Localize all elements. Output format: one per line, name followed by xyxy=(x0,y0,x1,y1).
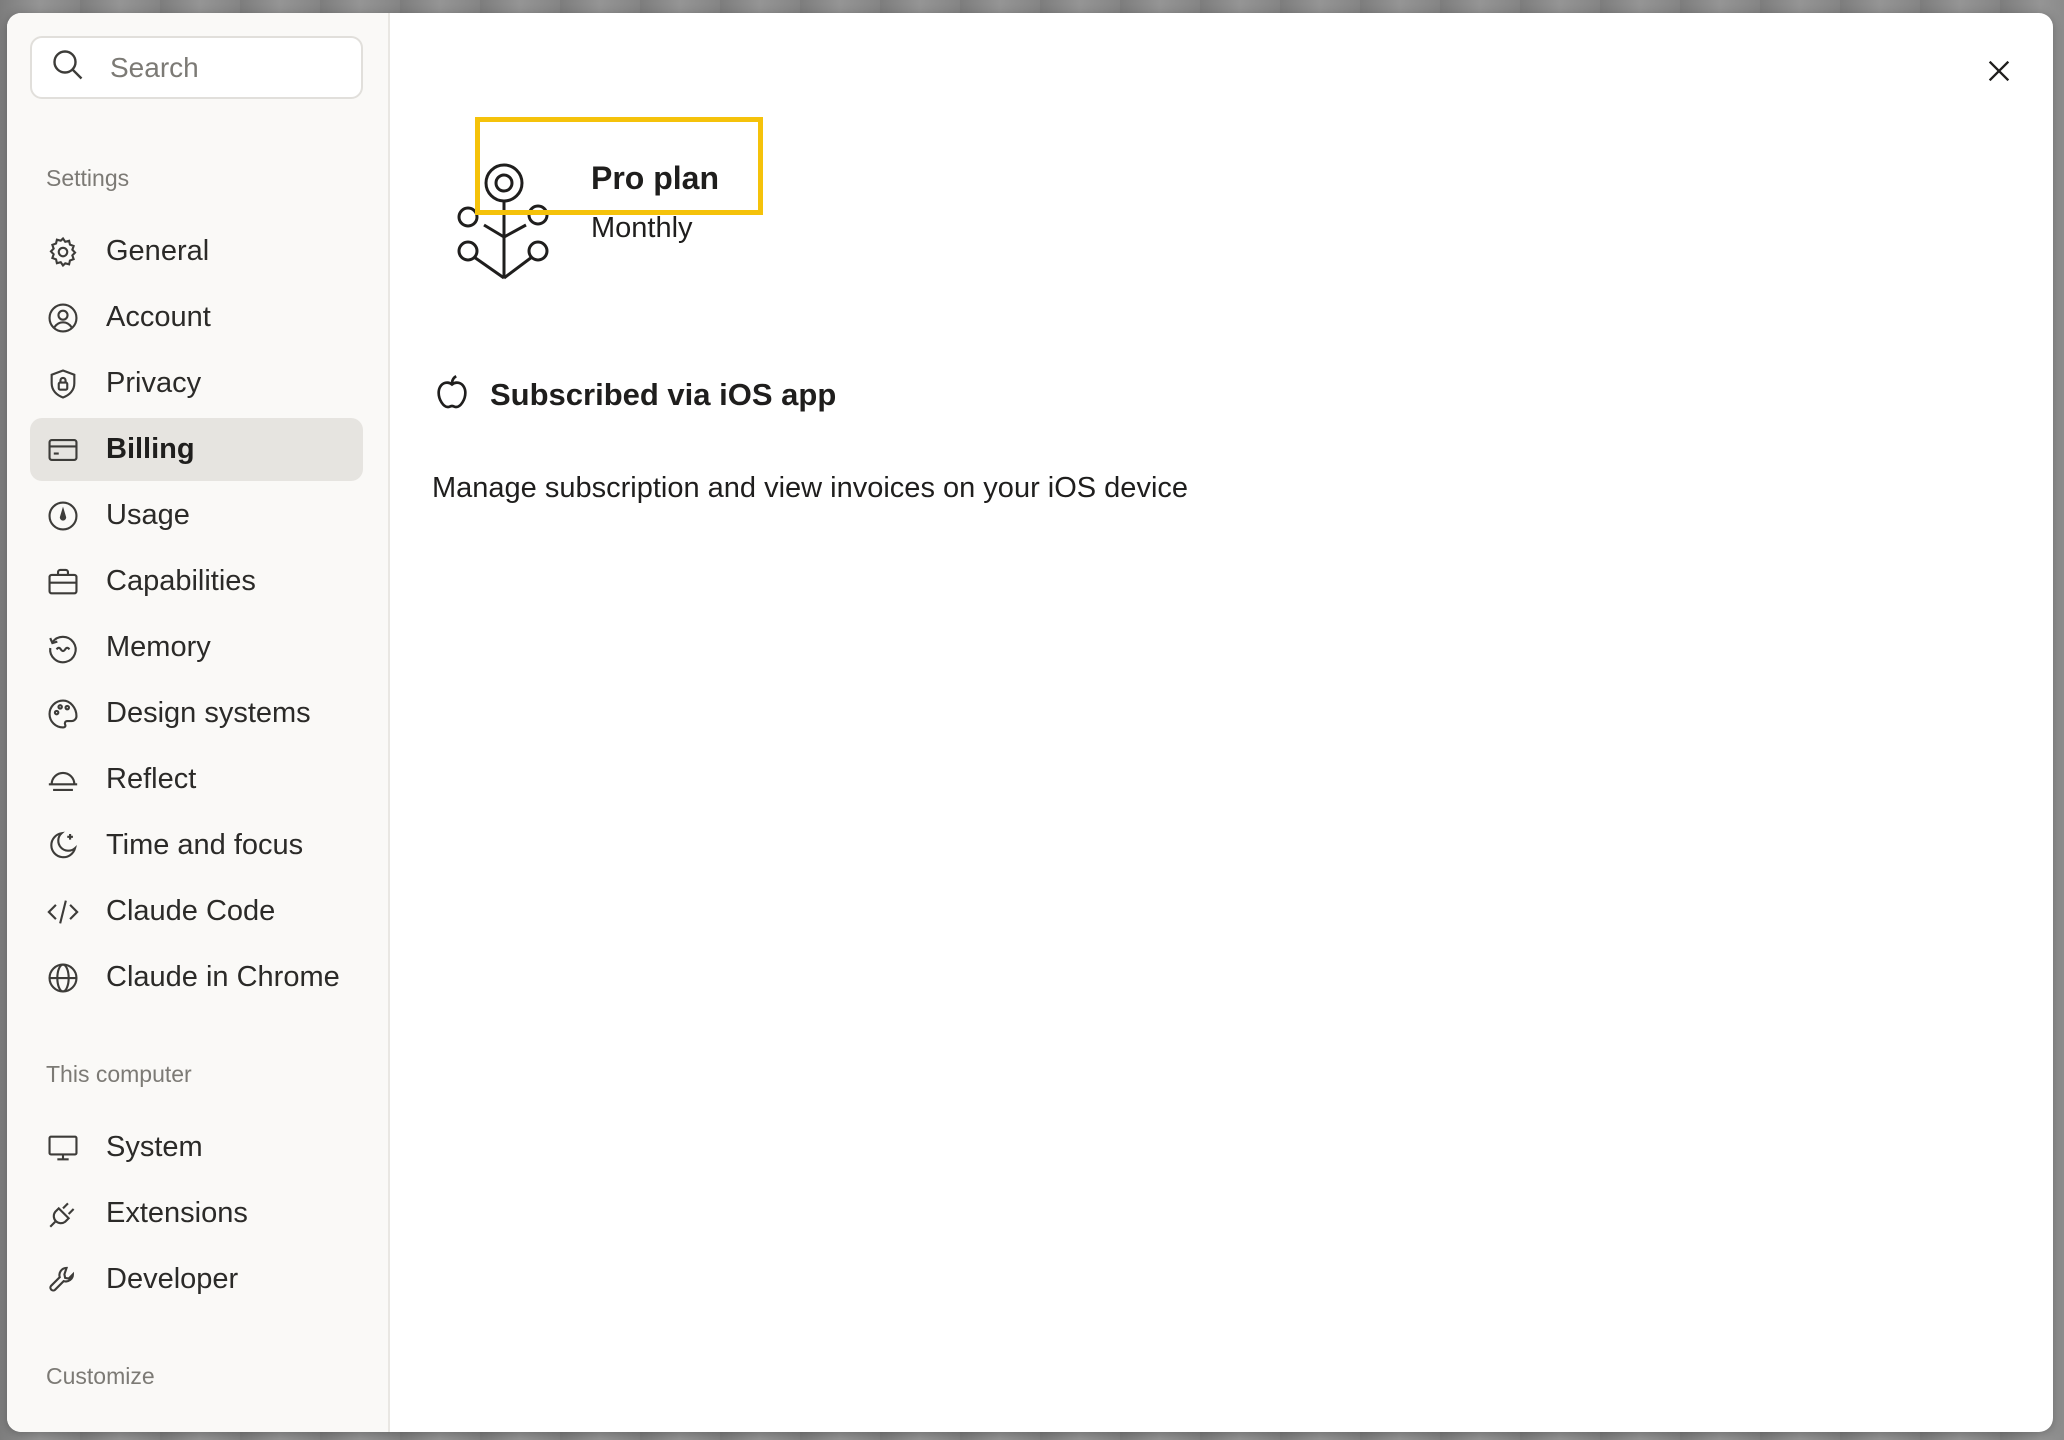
reflect-icon xyxy=(45,762,81,798)
memory-icon xyxy=(45,630,81,666)
credit-card-icon xyxy=(45,432,81,468)
sidebar-item-reflect[interactable]: Reflect xyxy=(30,748,363,811)
gauge-icon xyxy=(45,498,81,534)
settings-sidebar: Settings General Account Privacy Billing… xyxy=(7,13,390,1432)
settings-dialog: Settings General Account Privacy Billing… xyxy=(7,13,2053,1432)
sidebar-item-general[interactable]: General xyxy=(30,220,363,283)
search-icon xyxy=(50,47,86,88)
sidebar-item-label: Usage xyxy=(106,499,190,531)
sidebar-item-time-and-focus[interactable]: Time and focus xyxy=(30,814,363,877)
wrench-icon xyxy=(45,1262,81,1298)
sidebar-item-label: Time and focus xyxy=(106,829,304,861)
section-label-customize: Customize xyxy=(46,1363,155,1389)
sidebar-item-label: General xyxy=(106,235,210,267)
shield-lock-icon xyxy=(45,366,81,402)
sidebar-item-design-systems[interactable]: Design systems xyxy=(30,682,363,745)
sidebar-item-billing[interactable]: Billing xyxy=(30,418,363,481)
search-input[interactable] xyxy=(110,51,340,84)
sidebar-item-memory[interactable]: Memory xyxy=(30,616,363,679)
sidebar-item-label: Reflect xyxy=(106,763,197,795)
sidebar-item-system[interactable]: System xyxy=(30,1116,363,1179)
sidebar-item-claude-in-chrome[interactable]: Claude in Chrome xyxy=(30,946,363,1009)
sidebar-item-extensions[interactable]: Extensions xyxy=(30,1182,363,1245)
sidebar-item-label: Extensions xyxy=(106,1197,248,1229)
sidebar-item-account[interactable]: Account xyxy=(30,286,363,349)
sidebar-item-label: Capabilities xyxy=(106,565,256,597)
close-icon xyxy=(1985,57,2013,90)
palette-icon xyxy=(45,696,81,732)
gear-icon xyxy=(45,234,81,270)
moon-icon xyxy=(45,828,81,864)
section-label-settings: Settings xyxy=(46,165,130,191)
close-button[interactable] xyxy=(1979,53,2019,93)
sidebar-item-capabilities[interactable]: Capabilities xyxy=(30,550,363,613)
sidebar-item-label: Developer xyxy=(106,1263,239,1295)
manage-subscription-text: Manage subscription and view invoices on… xyxy=(432,472,1189,504)
sidebar-item-label: Privacy xyxy=(106,367,202,399)
plug-icon xyxy=(45,1196,81,1232)
subscribed-via-label: Subscribed via iOS app xyxy=(490,376,837,412)
sidebar-item-label: System xyxy=(106,1131,203,1163)
sidebar-item-privacy[interactable]: Privacy xyxy=(30,352,363,415)
sidebar-item-label: Billing xyxy=(106,433,195,465)
highlight-box xyxy=(475,117,763,215)
code-icon xyxy=(45,894,81,930)
sidebar-item-label: Claude in Chrome xyxy=(106,961,340,993)
apple-icon xyxy=(432,372,472,417)
subscription-source: Subscribed via iOS app xyxy=(432,372,836,417)
sidebar-item-label: Memory xyxy=(106,631,211,663)
sidebar-item-developer[interactable]: Developer xyxy=(30,1248,363,1311)
search-box[interactable] xyxy=(30,36,363,99)
sidebar-item-label: Account xyxy=(106,301,211,333)
globe-icon xyxy=(45,960,81,996)
user-circle-icon xyxy=(45,300,81,336)
sidebar-item-label: Claude Code xyxy=(106,895,276,927)
sidebar-item-label: Design systems xyxy=(106,697,311,729)
plan-cycle: Monthly xyxy=(591,212,693,244)
monitor-icon xyxy=(45,1130,81,1166)
sidebar-item-usage[interactable]: Usage xyxy=(30,484,363,547)
section-label-this-computer: This computer xyxy=(46,1061,192,1087)
briefcase-icon xyxy=(45,564,81,600)
sidebar-item-claude-code[interactable]: Claude Code xyxy=(30,880,363,943)
